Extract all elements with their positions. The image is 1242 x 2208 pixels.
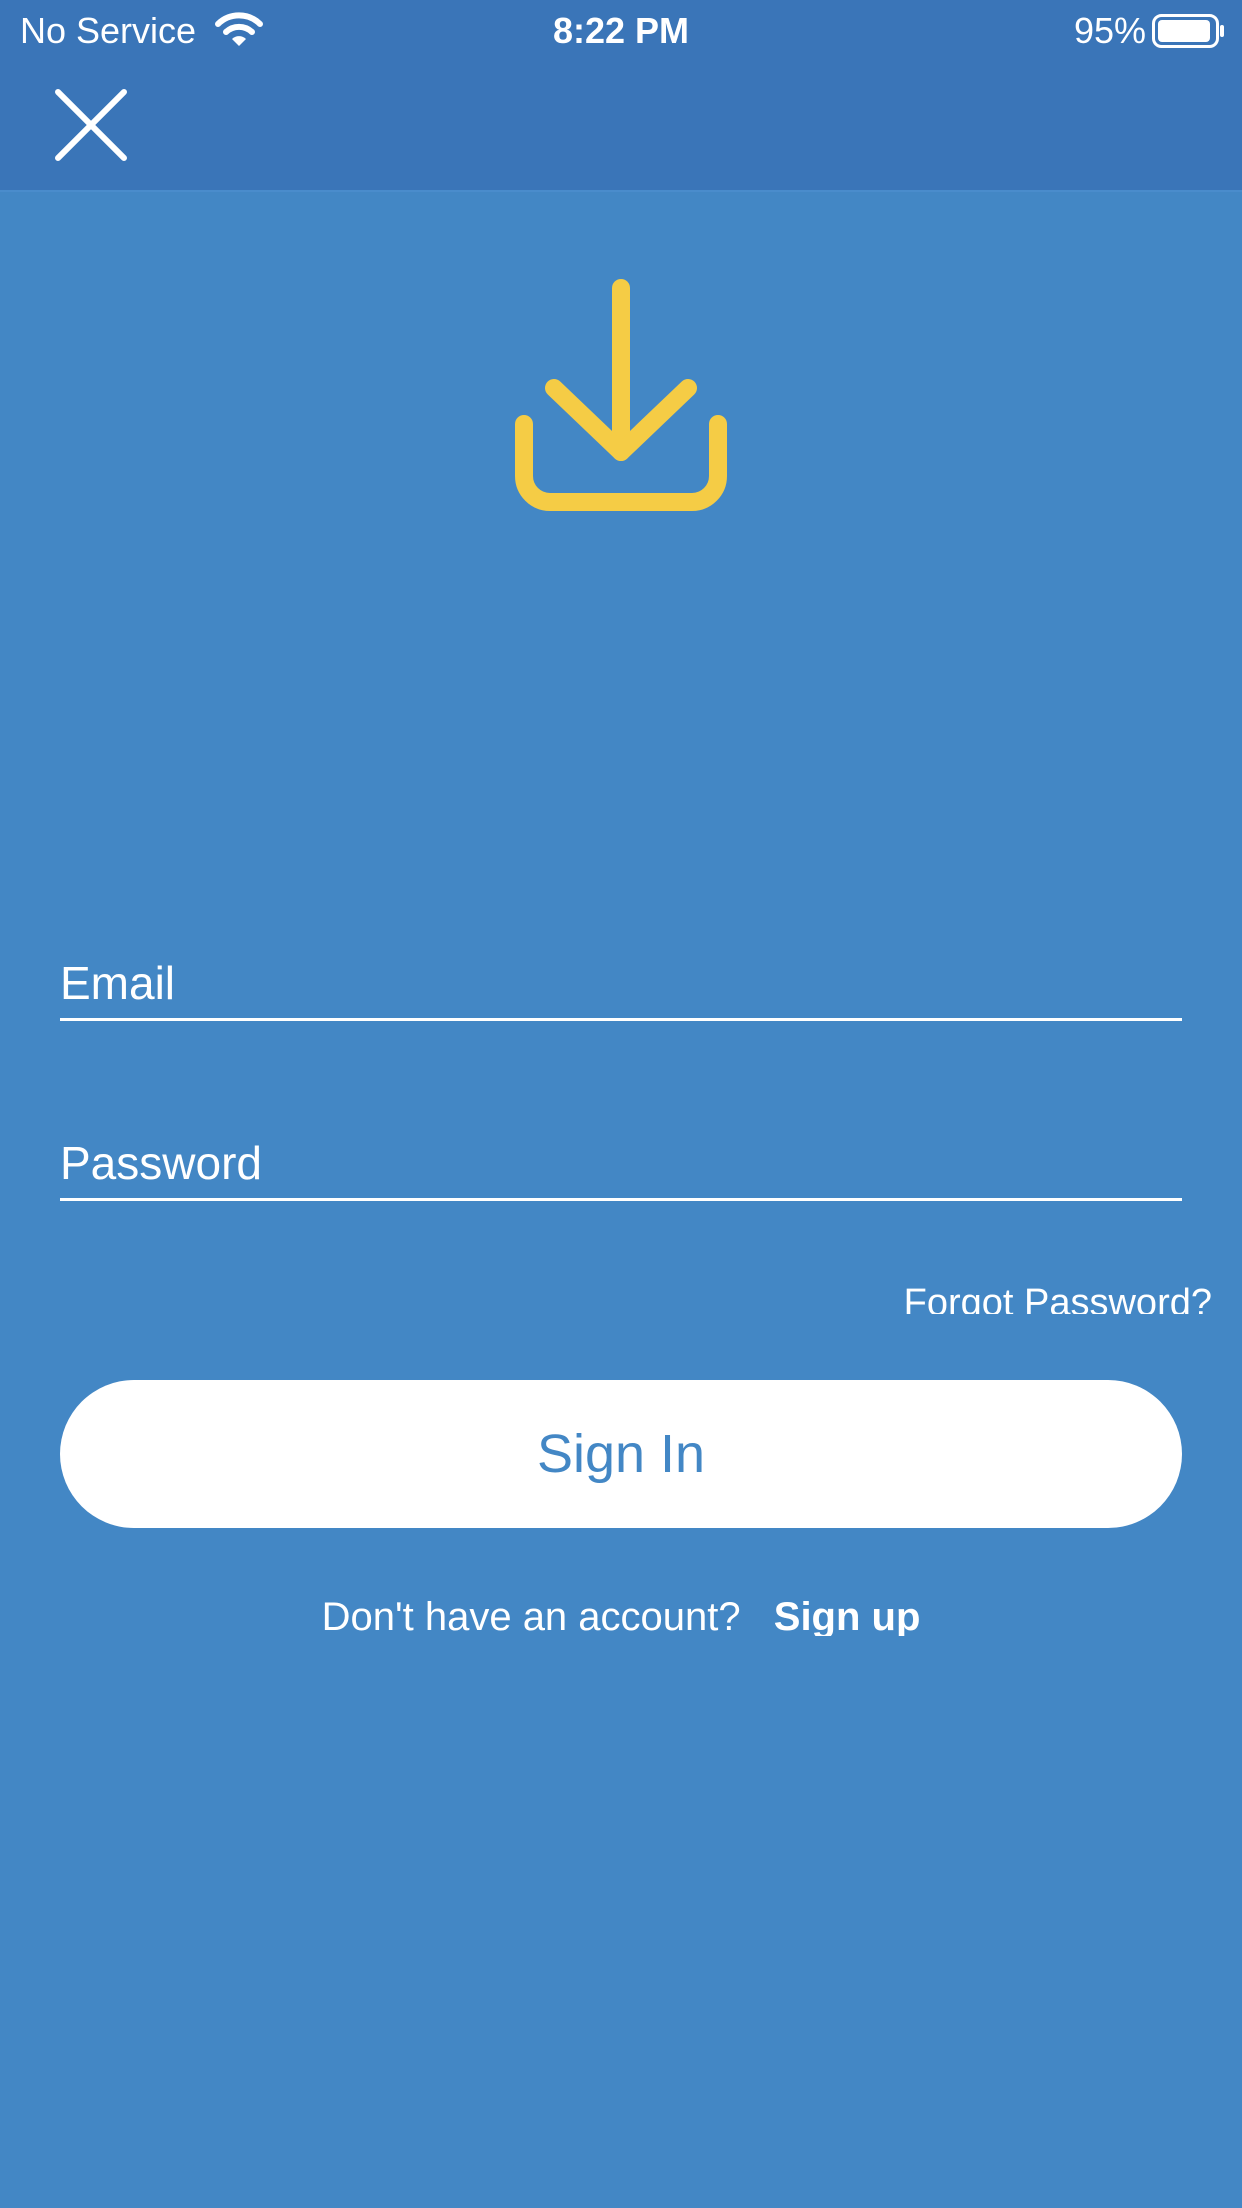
forgot-password-container: Forgot Password? [904,1280,1212,1314]
battery-icon [1152,14,1224,48]
email-input[interactable] [60,956,1182,1010]
password-field[interactable] [60,1108,1182,1201]
sign-in-button[interactable]: Sign In [60,1380,1182,1528]
battery-percent: 95% [1073,10,1146,51]
signup-row: Don't have an account? Sign up [0,1592,1242,1636]
password-input[interactable] [60,1136,1182,1190]
forgot-password-link[interactable]: Forgot Password? [904,1280,1212,1314]
status-bar: No Service 8:22 PM 95% [0,0,1242,62]
close-icon[interactable] [52,86,130,164]
clock-time: 8:22 PM [552,10,690,51]
nav-bar [0,62,1242,192]
signup-prompt: Don't have an account? [321,1595,741,1636]
download-tray-icon [515,279,727,511]
email-field[interactable] [60,928,1182,1021]
signup-link[interactable]: Sign up [774,1595,921,1636]
